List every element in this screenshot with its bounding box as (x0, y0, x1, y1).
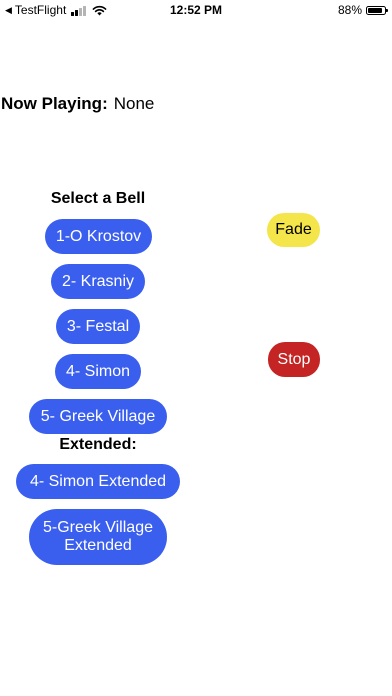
battery-percent: 88% (337, 3, 362, 17)
status-time: 12:52 PM (169, 3, 223, 17)
battery-status: 88% (337, 3, 388, 17)
now-playing-label: Now Playing: (1, 94, 108, 113)
status-bar: ◀ TestFlight 12:52 PM 88% (0, 0, 392, 22)
stop-button[interactable]: Stop (268, 342, 320, 377)
fade-button[interactable]: Fade (267, 213, 320, 247)
now-playing: Now Playing: None (1, 94, 154, 114)
battery-icon (366, 5, 388, 15)
bell-button-greek-village[interactable]: 5- Greek Village (29, 399, 167, 434)
now-playing-value: None (113, 94, 155, 113)
select-bell-heading: Select a Bell (50, 190, 146, 207)
bell-button-festal[interactable]: 3- Festal (56, 309, 140, 344)
bell-button-simon[interactable]: 4- Simon (55, 354, 141, 389)
bell-button-greek-village-extended[interactable]: 5-Greek Village Extended (29, 509, 167, 565)
extended-heading: Extended: (59, 436, 137, 453)
bell-button-simon-extended[interactable]: 4- Simon Extended (16, 464, 180, 499)
bell-button-krasniy[interactable]: 2- Krasniy (51, 264, 145, 299)
bell-button-o-krostov[interactable]: 1-O Krostov (45, 219, 152, 254)
